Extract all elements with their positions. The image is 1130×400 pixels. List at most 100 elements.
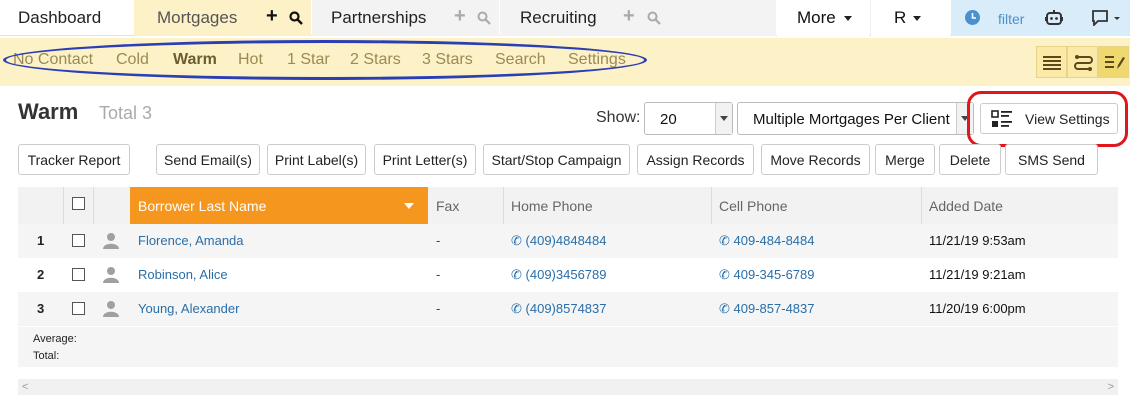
show-label: Show: — [596, 109, 641, 126]
cell-phone-value: 409-345-6789 — [733, 267, 815, 282]
column-fax[interactable]: Fax — [428, 187, 503, 224]
view-settings-button[interactable]: View Settings — [980, 103, 1118, 134]
robot-icon[interactable] — [1044, 9, 1064, 31]
send-emails-button[interactable]: Send Email(s) — [156, 144, 260, 175]
table-row[interactable]: 1 Florence, Amanda - ✆ (409)4848484 ✆ 40… — [18, 224, 1118, 258]
filter-no-contact[interactable]: No Contact — [13, 51, 93, 69]
borrower-name-link[interactable]: Florence, Amanda — [138, 233, 244, 248]
top-nav: Dashboard Mortgages + Partnerships + Rec… — [0, 0, 1130, 36]
status-filter-bar: No Contact Cold Warm Hot 1 Star 2 Stars … — [0, 38, 1130, 86]
tab-mortgages[interactable]: Mortgages + — [134, 0, 311, 36]
home-phone-link[interactable]: ✆ (409)8574837 — [511, 301, 607, 317]
column-cell-phone[interactable]: Cell Phone — [711, 187, 921, 224]
person-icon — [103, 266, 119, 286]
row-number: 2 — [37, 267, 45, 282]
route-view-button[interactable] — [1067, 46, 1098, 78]
sms-send-button[interactable]: SMS Send — [1005, 144, 1098, 175]
horizontal-scrollbar[interactable]: < > — [18, 379, 1118, 395]
scroll-right-icon[interactable]: > — [1108, 381, 1114, 393]
column-borrower-last-name[interactable]: Borrower Last Name — [130, 187, 428, 224]
view-mode-select[interactable]: Multiple Mortgages Per Client — [737, 102, 974, 135]
tab-partnerships[interactable]: Partnerships + — [312, 0, 499, 36]
column-label: Home Phone — [511, 198, 593, 214]
move-records-button[interactable]: Move Records — [761, 144, 870, 175]
record-total: Total 3 — [99, 103, 153, 123]
row-number: 3 — [37, 301, 45, 316]
filter-cold[interactable]: Cold — [116, 51, 149, 69]
filter-warm[interactable]: Warm — [173, 51, 217, 69]
tab-label: Mortgages — [157, 8, 238, 27]
chevron-down-icon — [844, 16, 852, 21]
column-added-date[interactable]: Added Date — [921, 187, 1118, 224]
merge-button[interactable]: Merge — [875, 144, 935, 175]
view-settings-label: View Settings — [1025, 111, 1110, 127]
tab-dashboard[interactable]: Dashboard — [0, 0, 134, 36]
plus-icon[interactable]: + — [454, 5, 466, 28]
table-footer: Average: Total: — [18, 327, 1118, 367]
view-settings-icon — [991, 110, 1013, 131]
column-divider — [63, 187, 64, 224]
filter-1-star[interactable]: 1 Star — [287, 51, 330, 69]
tracker-report-button[interactable]: Tracker Report — [18, 144, 130, 175]
fax-value: - — [436, 233, 441, 248]
edit-list-button[interactable] — [1098, 46, 1129, 78]
print-letters-button[interactable]: Print Letter(s) — [374, 144, 476, 175]
column-label: Borrower Last Name — [138, 198, 267, 214]
start-stop-campaign-button[interactable]: Start/Stop Campaign — [483, 144, 630, 175]
table-header: Borrower Last Name Fax Home Phone Cell P… — [18, 187, 1118, 224]
plus-icon[interactable]: + — [623, 5, 635, 28]
table-row[interactable]: 3 Young, Alexander - ✆ (409)8574837 ✆ 40… — [18, 292, 1118, 326]
borrower-name-link[interactable]: Young, Alexander — [138, 301, 239, 316]
edit-list-icon — [1105, 56, 1125, 69]
filter-3-stars[interactable]: 3 Stars — [422, 51, 473, 69]
column-label: Added Date — [929, 198, 1003, 214]
filter-2-stars[interactable]: 2 Stars — [350, 51, 401, 69]
row-checkbox[interactable] — [72, 302, 85, 315]
chat-icon[interactable] — [1092, 10, 1120, 31]
cell-phone-link[interactable]: ✆ 409-345-6789 — [719, 267, 815, 283]
page-title: Warm — [18, 99, 79, 124]
home-phone-value: (409)4848484 — [525, 233, 607, 248]
chevron-down-icon — [956, 103, 973, 134]
sort-dropdown-icon[interactable] — [404, 203, 414, 209]
home-phone-link[interactable]: ✆ (409)4848484 — [511, 233, 607, 249]
filter-label[interactable]: filter — [998, 11, 1024, 27]
search-icon[interactable] — [289, 10, 303, 30]
home-phone-link[interactable]: ✆ (409)3456789 — [511, 267, 607, 283]
scroll-left-icon[interactable]: < — [22, 381, 28, 393]
user-menu[interactable]: R — [870, 0, 950, 36]
tab-label: Dashboard — [18, 8, 102, 27]
cell-phone-link[interactable]: ✆ 409-484-8484 — [719, 233, 815, 249]
plus-icon[interactable]: + — [266, 5, 278, 28]
list-view-button[interactable] — [1036, 46, 1067, 78]
view-toggle-group — [1036, 46, 1130, 78]
search-icon[interactable] — [647, 10, 661, 30]
assign-records-button[interactable]: Assign Records — [637, 144, 754, 175]
more-label: More — [797, 8, 836, 27]
row-checkbox[interactable] — [72, 268, 85, 281]
search-icon[interactable] — [477, 10, 491, 30]
print-labels-button[interactable]: Print Label(s) — [267, 144, 366, 175]
row-checkbox[interactable] — [72, 234, 85, 247]
view-mode-value: Multiple Mortgages Per Client — [753, 111, 950, 128]
select-all-checkbox[interactable] — [72, 197, 85, 210]
borrower-name-link[interactable]: Robinson, Alice — [138, 267, 228, 282]
more-menu[interactable]: More — [777, 0, 869, 36]
page-size-select[interactable]: 20 — [644, 102, 733, 135]
user-label: R — [894, 8, 907, 27]
cell-phone-link[interactable]: ✆ 409-857-4837 — [719, 301, 815, 317]
row-number: 1 — [37, 233, 45, 248]
phone-icon: ✆ — [719, 301, 730, 316]
cell-phone-value: 409-857-4837 — [733, 301, 815, 316]
fax-value: - — [436, 301, 441, 316]
clock-icon[interactable] — [964, 9, 981, 31]
tab-recruiting[interactable]: Recruiting + — [500, 0, 668, 36]
table-row[interactable]: 2 Robinson, Alice - ✆ (409)3456789 ✆ 409… — [18, 258, 1118, 292]
filter-hot[interactable]: Hot — [238, 51, 263, 69]
person-icon — [103, 300, 119, 320]
column-home-phone[interactable]: Home Phone — [503, 187, 711, 224]
delete-button[interactable]: Delete — [939, 144, 1001, 175]
tab-label: Recruiting — [520, 8, 597, 27]
filter-search[interactable]: Search — [495, 51, 546, 69]
filter-settings[interactable]: Settings — [568, 51, 626, 69]
